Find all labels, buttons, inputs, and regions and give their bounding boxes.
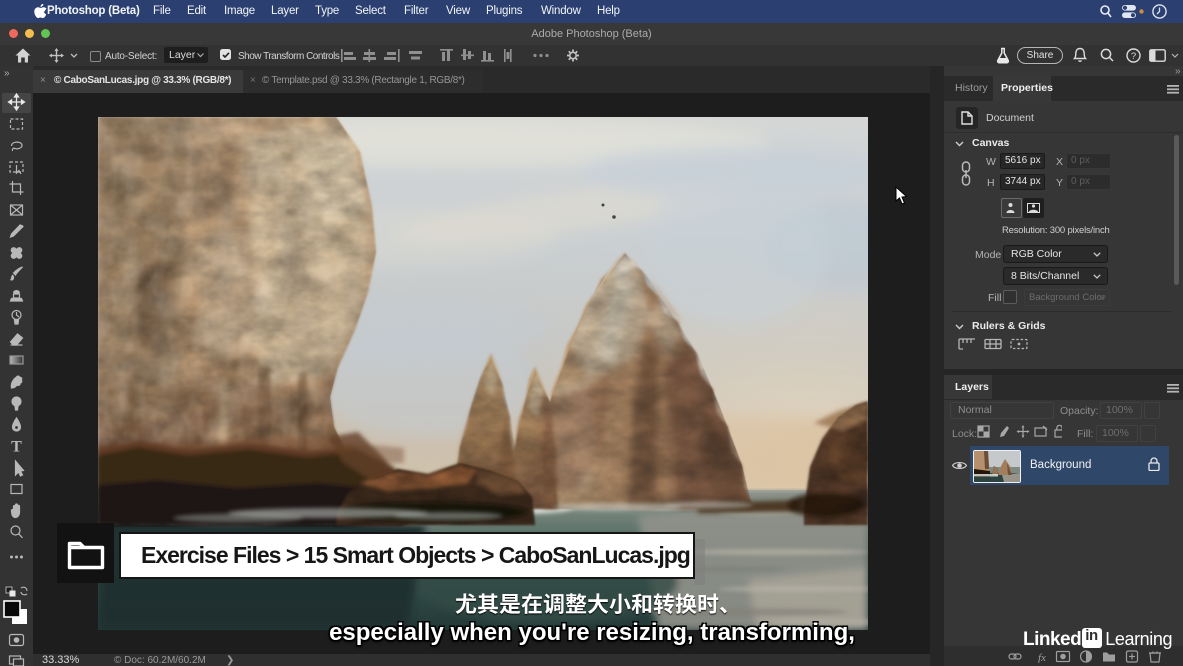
svg-text:fx: fx [1038, 652, 1046, 663]
svg-text:T: T [11, 439, 22, 456]
svg-text:?: ? [1131, 51, 1136, 62]
